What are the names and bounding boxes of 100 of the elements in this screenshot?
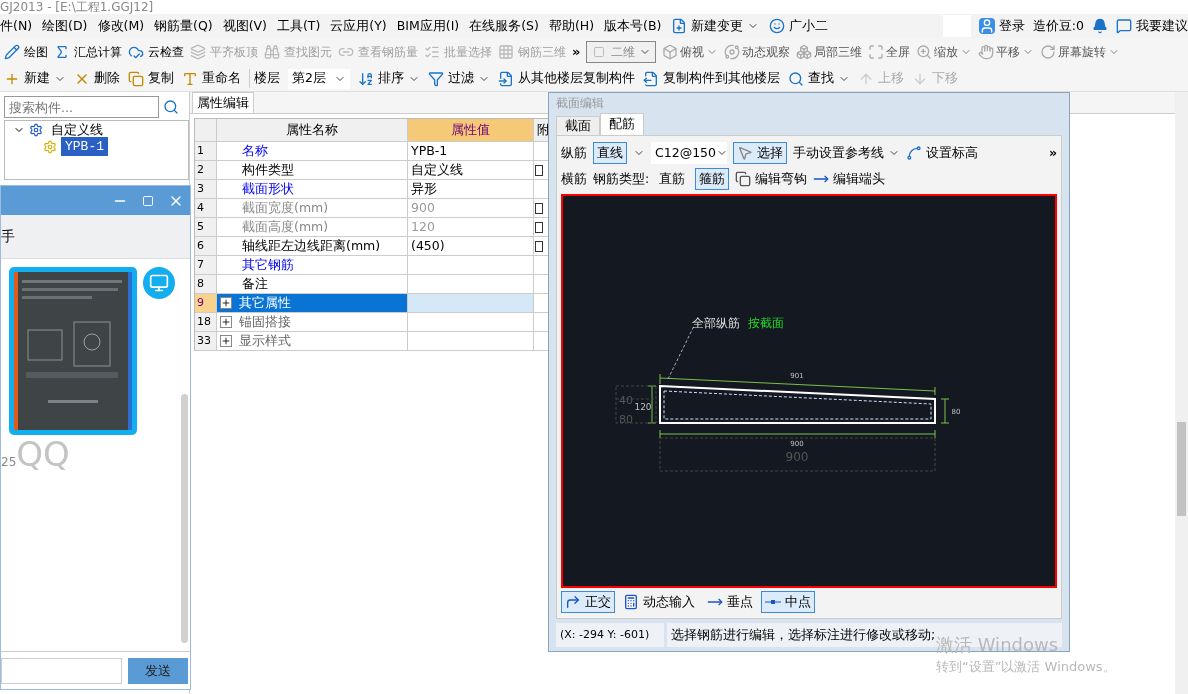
snap-toggle[interactable]: 中点 xyxy=(761,591,815,613)
menu-item[interactable]: 视图(V) xyxy=(222,16,267,36)
panel-tab[interactable]: 属性编辑 xyxy=(192,92,254,113)
table-cell[interactable]: 其它钢筋 xyxy=(217,256,408,275)
edit-end-button[interactable]: 编辑端头 xyxy=(813,169,886,189)
toolbar-button[interactable]: 新建 xyxy=(4,69,66,88)
send-button[interactable]: 发送 xyxy=(128,657,188,684)
property-name: 构件类型 xyxy=(241,160,294,179)
toolbar-button[interactable]: 全屏 xyxy=(868,43,911,61)
property-name: 截面形状 xyxy=(241,179,294,198)
checkbox[interactable] xyxy=(535,202,543,214)
line-button[interactable]: 直线 xyxy=(593,142,627,164)
dialog-title: 截面编辑 xyxy=(556,95,605,112)
table-cell[interactable]: 轴线距左边线距离(mm) xyxy=(217,237,408,256)
edit-hook-button[interactable]: 编辑弯钩 xyxy=(735,169,808,189)
table-cell[interactable]: 截面形状 xyxy=(217,180,408,199)
expand-plus-icon[interactable] xyxy=(220,316,232,328)
toolbar-button[interactable]: 局部三维 xyxy=(796,43,863,61)
table-cell[interactable]: 锚固搭接 xyxy=(217,313,408,332)
search-icon[interactable] xyxy=(163,99,179,115)
table-cell[interactable]: 异形 xyxy=(408,180,534,199)
snap-toggle[interactable]: 垂点 xyxy=(703,591,757,613)
snap-toggle[interactable]: 正交 xyxy=(561,591,615,613)
scrollbar[interactable] xyxy=(1175,92,1188,694)
menu-item[interactable]: 修改(M) xyxy=(97,16,145,36)
table-cell[interactable] xyxy=(408,332,534,351)
toolbar-button[interactable]: 从其他楼层复制构件 xyxy=(498,69,635,88)
copy-icon xyxy=(128,70,144,87)
menu-item[interactable]: 云应用(Y) xyxy=(330,16,387,36)
property-name: 锚固搭接 xyxy=(238,312,291,331)
table-cell[interactable]: 截面高度(mm) xyxy=(217,218,408,237)
column-header: 属性名称 xyxy=(217,119,408,142)
menu-item[interactable]: 帮助(H) xyxy=(548,16,595,36)
rebar-spec-dropdown[interactable]: C12@150 xyxy=(651,142,727,164)
select-button[interactable]: 选择 xyxy=(733,142,787,164)
menu-item[interactable]: 钢筋量(Q) xyxy=(154,16,213,36)
menu-button[interactable]: 广小二 xyxy=(769,16,829,36)
toolbar-button[interactable]: 平移 xyxy=(978,43,1035,61)
zoom-icon xyxy=(916,44,933,60)
menu-item[interactable]: 在线服务(S) xyxy=(469,16,539,36)
activation-title: 激活 Windows xyxy=(936,634,1060,657)
table-cell[interactable]: 名称 xyxy=(217,142,408,161)
reference-line-dropdown[interactable]: 手动设置参考线 xyxy=(793,143,900,163)
maximize-icon[interactable] xyxy=(142,194,154,207)
expand-plus-icon[interactable] xyxy=(220,335,232,347)
rebar-type-button[interactable]: 箍筋 xyxy=(695,168,730,190)
dialog-tab[interactable]: 配筋 xyxy=(600,113,644,135)
leader-value[interactable]: 按截面 xyxy=(748,316,784,330)
toolbar-button[interactable]: 重命名 xyxy=(182,69,241,88)
overflow-chevron[interactable]: » xyxy=(1048,143,1057,163)
table-cell[interactable]: 显示样式 xyxy=(217,332,408,351)
menu-button[interactable]: 新建变更 xyxy=(671,16,760,36)
search-field[interactable]: 搜索构件... xyxy=(4,96,159,118)
floor-dropdown[interactable]: 第2层 xyxy=(288,68,350,89)
snap-toggle[interactable]: 动态输入 xyxy=(619,591,699,613)
table-cell[interactable]: (450) xyxy=(408,237,534,256)
menu-item[interactable]: 绘图(D) xyxy=(42,16,88,36)
row-number: 9 xyxy=(195,294,217,313)
table-cell[interactable] xyxy=(408,256,534,275)
table-cell[interactable]: 其它属性 xyxy=(217,294,408,313)
background-logo-text: QQ xyxy=(16,437,70,471)
avatar[interactable] xyxy=(143,267,175,299)
toolbar-button[interactable]: 缩放 xyxy=(916,43,973,61)
menu-item[interactable]: 版本号(B) xyxy=(604,16,662,36)
login-button[interactable]: 登录 xyxy=(978,16,1025,36)
dimension-label[interactable]: 120 xyxy=(634,402,652,412)
overflow-chevron[interactable]: » xyxy=(572,42,581,62)
table-cell[interactable] xyxy=(408,313,534,332)
table-cell[interactable]: 截面宽度(mm) xyxy=(217,199,408,218)
toolbar-button[interactable]: 云检查 xyxy=(128,43,184,61)
checkbox[interactable] xyxy=(535,164,543,176)
toolbar-button[interactable]: 汇总计算 xyxy=(54,43,122,61)
expand-plus-icon[interactable] xyxy=(220,297,232,309)
table-cell[interactable]: 构件类型 xyxy=(217,161,408,180)
table-cell[interactable] xyxy=(408,294,534,313)
message-input-field[interactable] xyxy=(1,657,122,684)
tree-item[interactable]: YPB-1 xyxy=(61,136,108,157)
toolbar-button[interactable]: 删除 xyxy=(74,69,120,88)
toolbar-button[interactable]: 屏幕旋转 xyxy=(1040,43,1121,61)
toolbar-button[interactable]: 过滤 xyxy=(428,69,490,88)
checkbox[interactable] xyxy=(535,221,543,233)
toolbar-button[interactable]: 复制构件到其他楼层 xyxy=(643,69,780,88)
menu-item[interactable]: 工具(T) xyxy=(276,16,321,36)
rebar-type-button[interactable]: 直筋 xyxy=(655,168,690,190)
menu-item[interactable]: BIM应用(I) xyxy=(396,16,460,36)
toolbar-button[interactable]: 俯视 xyxy=(662,43,719,61)
toolbar-button[interactable]: 动态观察 xyxy=(724,43,791,61)
toolbar-button[interactable]: 绘图 xyxy=(4,43,48,61)
table-cell[interactable]: 自定义线 xyxy=(408,161,534,180)
suggestion-button[interactable]: 我要建议 xyxy=(1116,16,1188,36)
scrollbar[interactable] xyxy=(181,394,188,643)
toolbar-button[interactable]: 查找 xyxy=(788,69,850,88)
checkbox[interactable] xyxy=(535,240,543,252)
toolbar-button[interactable]: 排序 xyxy=(358,69,420,88)
toolbar-button[interactable]: 复制 xyxy=(128,69,174,88)
menu-item[interactable]: 件(N) xyxy=(0,16,33,36)
bell-icon[interactable] xyxy=(1092,18,1108,34)
dialog-tab[interactable]: 截面 xyxy=(556,116,600,135)
set-elevation-button[interactable]: 设置标高 xyxy=(906,143,978,163)
table-cell[interactable]: YPB-1 xyxy=(408,142,534,161)
